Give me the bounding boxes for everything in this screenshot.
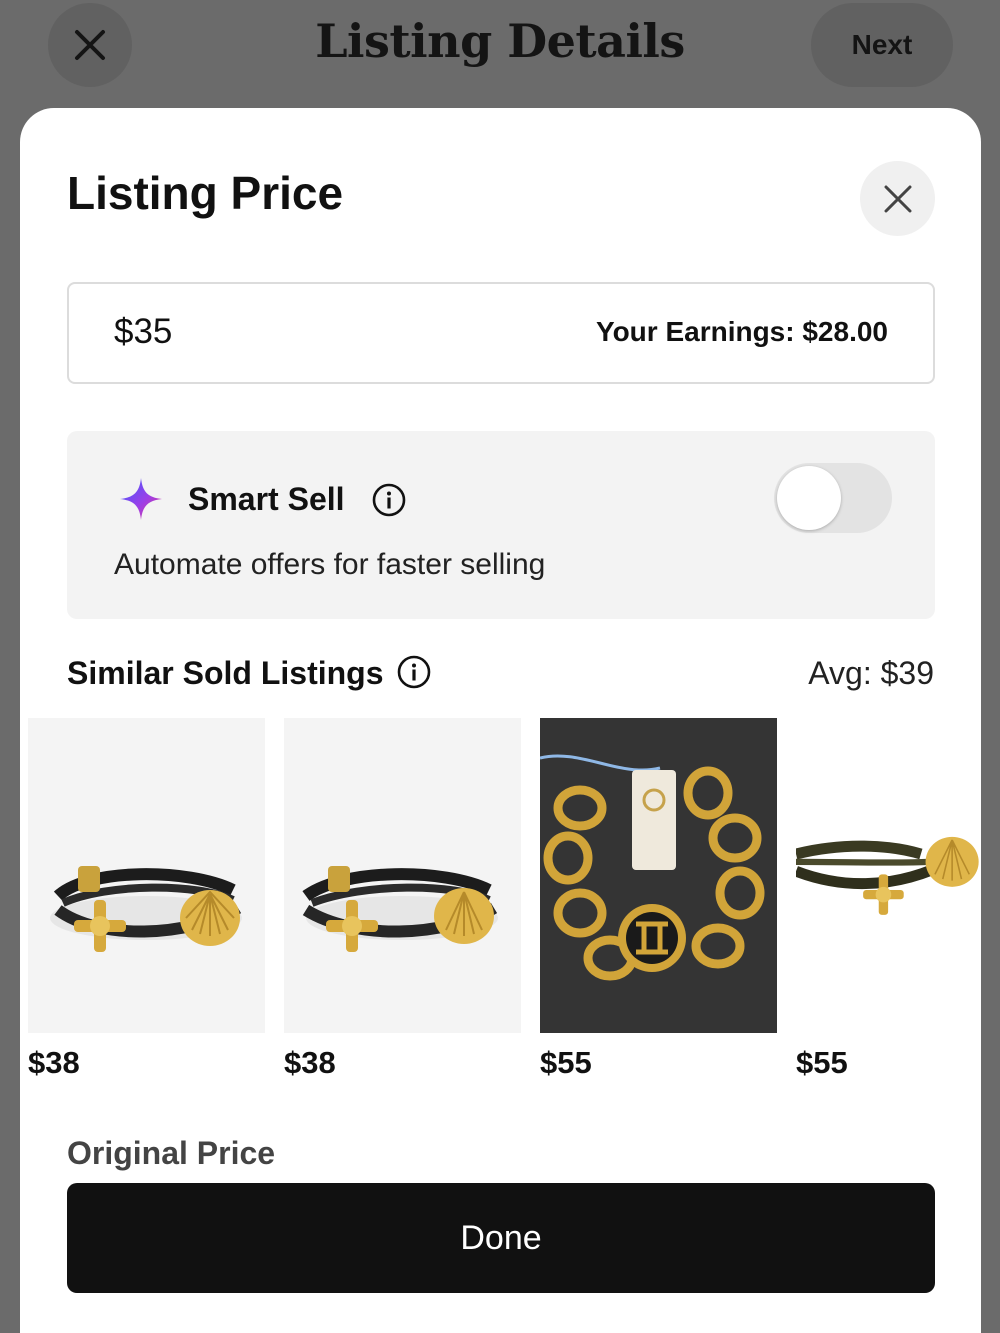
similar-listing-card[interactable]: $38 xyxy=(284,718,521,1081)
next-button[interactable]: Next xyxy=(811,3,953,87)
sheet-title: Listing Price xyxy=(67,167,344,219)
listing-price: $38 xyxy=(284,1045,336,1080)
smart-sell-description: Automate offers for faster selling xyxy=(114,548,546,581)
chain-bracelet-image xyxy=(540,718,777,1033)
cord-bracelet-image xyxy=(796,752,981,999)
similar-listing-card[interactable]: $55 xyxy=(796,718,981,1081)
done-button[interactable]: Done xyxy=(67,1183,935,1293)
cord-bracelet-image xyxy=(28,718,265,1033)
smart-sell-panel: Smart Sell Automate offers for faster se… xyxy=(67,431,935,619)
listing-price-sheet: Listing Price $35 Your Earnings: $28.00 … xyxy=(20,108,981,1333)
listing-price: $55 xyxy=(796,1045,848,1080)
sparkle-icon xyxy=(120,478,162,520)
smart-sell-toggle[interactable] xyxy=(774,463,892,533)
smart-sell-label: Smart Sell xyxy=(188,481,345,517)
original-price-label: Original Price xyxy=(67,1135,276,1171)
cord-bracelet-image xyxy=(284,718,521,1033)
listing-price: $38 xyxy=(28,1045,80,1080)
similar-listing-card[interactable]: $38 xyxy=(28,718,265,1081)
price-input[interactable]: $35 Your Earnings: $28.00 xyxy=(67,282,935,384)
price-value: $35 xyxy=(114,312,173,351)
info-icon[interactable] xyxy=(372,483,406,517)
top-bar: Listing Details Next xyxy=(0,0,1000,100)
toggle-knob xyxy=(777,466,841,530)
average-price: Avg: $39 xyxy=(808,655,934,691)
info-icon[interactable] xyxy=(397,655,431,689)
sheet-close-button[interactable] xyxy=(860,161,935,236)
similar-listing-card[interactable]: $55 xyxy=(540,718,777,1081)
similar-sold-title: Similar Sold Listings xyxy=(67,655,384,691)
similar-listings-carousel: $38 $38 $55 $55 xyxy=(28,718,981,1098)
close-icon xyxy=(884,185,911,212)
listing-price: $55 xyxy=(540,1045,592,1080)
earnings-label: Your Earnings: $28.00 xyxy=(595,316,888,347)
